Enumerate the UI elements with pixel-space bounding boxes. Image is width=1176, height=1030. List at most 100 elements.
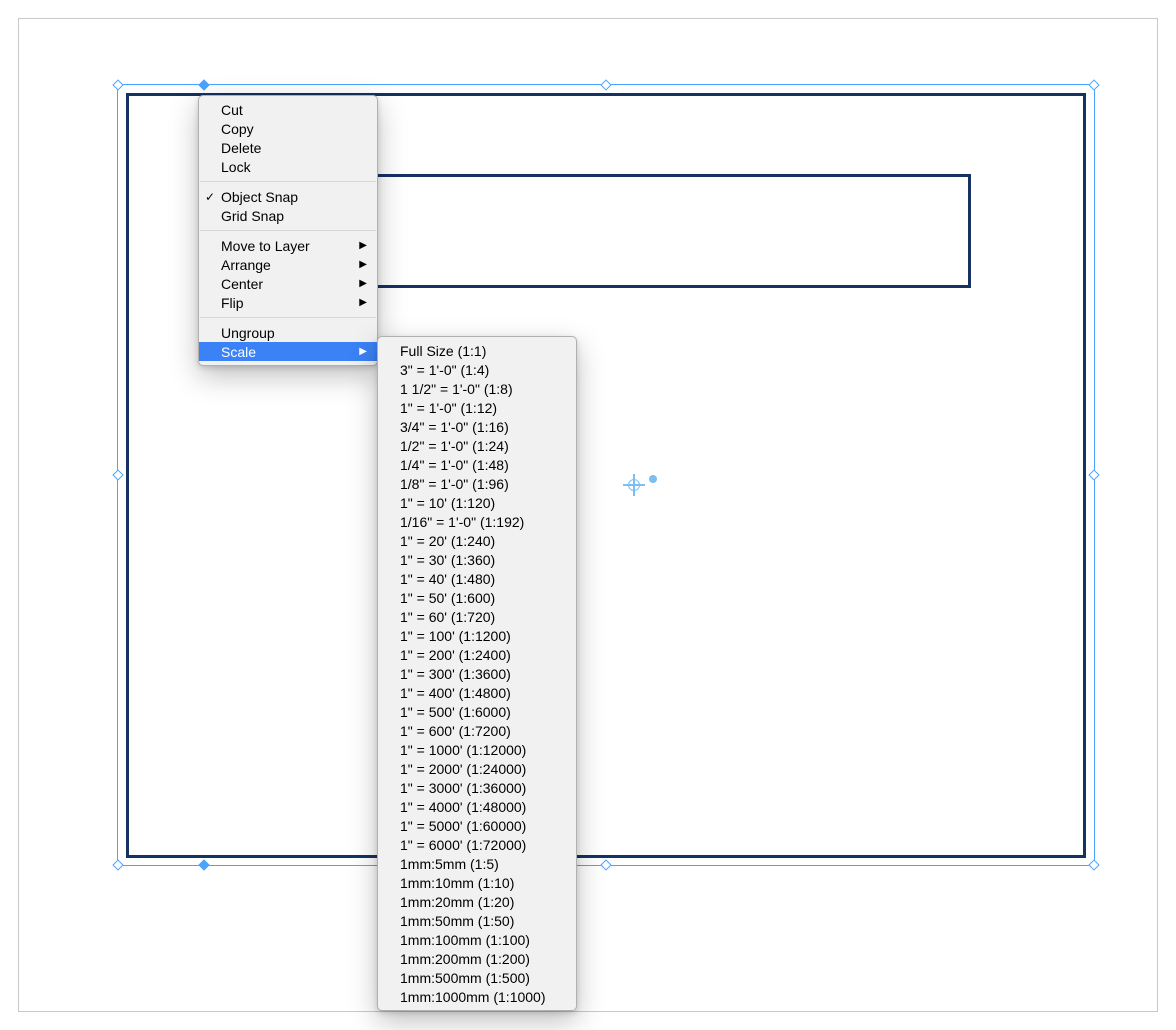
menu-separator	[200, 230, 376, 231]
menu-item-label: 1/16" = 1'-0" (1:192)	[400, 514, 558, 530]
menu-item-label: Cut	[221, 102, 359, 118]
menu-item-label: Grid Snap	[221, 208, 359, 224]
menu-item-label: 1mm:20mm (1:20)	[400, 894, 558, 910]
scale-option[interactable]: 1" = 4000' (1:48000)	[378, 797, 576, 816]
menu-item-label: Center	[221, 276, 359, 292]
scale-option[interactable]: 1" = 40' (1:480)	[378, 569, 576, 588]
scale-option[interactable]: 1/4" = 1'-0" (1:48)	[378, 455, 576, 474]
scale-option[interactable]: 1" = 100' (1:1200)	[378, 626, 576, 645]
menu-item-label: 1mm:10mm (1:10)	[400, 875, 558, 891]
scale-option[interactable]: 1" = 10' (1:120)	[378, 493, 576, 512]
origin-crosshair-icon	[626, 477, 642, 493]
menu-item-label: 1" = 6000' (1:72000)	[400, 837, 558, 853]
menu-item-label: 1 1/2" = 1'-0" (1:8)	[400, 381, 558, 397]
scale-option[interactable]: 3" = 1'-0" (1:4)	[378, 360, 576, 379]
submenu-arrow-icon: ▶	[359, 259, 367, 270]
menu-item-label: Flip	[221, 295, 359, 311]
scale-option[interactable]: 1" = 60' (1:720)	[378, 607, 576, 626]
menu-item-label: 1" = 3000' (1:36000)	[400, 780, 558, 796]
selection-handle[interactable]	[600, 79, 611, 90]
menu-item-label: Copy	[221, 121, 359, 137]
app-window: Cut Copy Delete Lock ✓Object Snap Grid S…	[18, 18, 1158, 1012]
rotate-handle[interactable]	[198, 79, 209, 90]
scale-option[interactable]: 1mm:200mm (1:200)	[378, 949, 576, 968]
scale-option[interactable]: 1 1/2" = 1'-0" (1:8)	[378, 379, 576, 398]
selection-handle[interactable]	[1088, 469, 1099, 480]
scale-option[interactable]: 1mm:10mm (1:10)	[378, 873, 576, 892]
scale-option[interactable]: 1" = 400' (1:4800)	[378, 683, 576, 702]
scale-option[interactable]: 1/8" = 1'-0" (1:96)	[378, 474, 576, 493]
submenu-arrow-icon: ▶	[359, 346, 367, 357]
scale-option[interactable]: 1" = 1'-0" (1:12)	[378, 398, 576, 417]
menu-item-label: 1" = 2000' (1:24000)	[400, 761, 558, 777]
scale-option[interactable]: 1" = 30' (1:360)	[378, 550, 576, 569]
scale-option[interactable]: 1" = 500' (1:6000)	[378, 702, 576, 721]
scale-option[interactable]: 1" = 50' (1:600)	[378, 588, 576, 607]
scale-option[interactable]: 1" = 3000' (1:36000)	[378, 778, 576, 797]
scale-option[interactable]: 1mm:500mm (1:500)	[378, 968, 576, 987]
selection-handle[interactable]	[1088, 859, 1099, 870]
scale-option[interactable]: 1" = 20' (1:240)	[378, 531, 576, 550]
menu-item-label: 1" = 20' (1:240)	[400, 533, 558, 549]
selection-handle[interactable]	[1088, 79, 1099, 90]
menu-item-label: Object Snap	[221, 189, 359, 205]
menu-item-label: Delete	[221, 140, 359, 156]
scale-option[interactable]: 1mm:1000mm (1:1000)	[378, 987, 576, 1006]
menu-item-label: 1" = 60' (1:720)	[400, 609, 558, 625]
menu-item-label: 1" = 50' (1:600)	[400, 590, 558, 606]
menu-item-cut[interactable]: Cut	[199, 100, 377, 119]
menu-item-label: 1mm:1000mm (1:1000)	[400, 989, 558, 1005]
menu-item-flip[interactable]: Flip▶	[199, 293, 377, 312]
menu-item-move-to-layer[interactable]: Move to Layer▶	[199, 236, 377, 255]
menu-item-label: Arrange	[221, 257, 359, 273]
menu-item-label: Ungroup	[221, 325, 359, 341]
scale-submenu[interactable]: Full Size (1:1)3" = 1'-0" (1:4) 1 1/2" = …	[377, 336, 577, 1011]
scale-option[interactable]: 1" = 1000' (1:12000)	[378, 740, 576, 759]
menu-item-grid-snap[interactable]: Grid Snap	[199, 206, 377, 225]
scale-option[interactable]: 3/4" = 1'-0" (1:16)	[378, 417, 576, 436]
menu-item-label: 1" = 500' (1:6000)	[400, 704, 558, 720]
menu-item-arrange[interactable]: Arrange▶	[199, 255, 377, 274]
scale-option[interactable]: 1" = 6000' (1:72000)	[378, 835, 576, 854]
menu-item-label: Move to Layer	[221, 238, 359, 254]
scale-option[interactable]: Full Size (1:1)	[378, 341, 576, 360]
scale-option[interactable]: 1mm:100mm (1:100)	[378, 930, 576, 949]
menu-item-scale[interactable]: Scale▶	[199, 342, 377, 361]
scale-option[interactable]: 1/16" = 1'-0" (1:192)	[378, 512, 576, 531]
scale-option[interactable]: 1" = 5000' (1:60000)	[378, 816, 576, 835]
context-menu[interactable]: Cut Copy Delete Lock ✓Object Snap Grid S…	[198, 95, 378, 366]
selection-handle[interactable]	[112, 469, 123, 480]
menu-item-label: 1" = 10' (1:120)	[400, 495, 558, 511]
menu-item-label: 1mm:500mm (1:500)	[400, 970, 558, 986]
menu-item-label: 1/2" = 1'-0" (1:24)	[400, 438, 558, 454]
scale-option[interactable]: 1" = 200' (1:2400)	[378, 645, 576, 664]
menu-item-label: 1" = 600' (1:7200)	[400, 723, 558, 739]
menu-item-label: 1mm:50mm (1:50)	[400, 913, 558, 929]
origin-point-icon	[649, 475, 657, 483]
menu-item-label: 1/8" = 1'-0" (1:96)	[400, 476, 558, 492]
selection-handle[interactable]	[112, 859, 123, 870]
scale-option[interactable]: 1mm:5mm (1:5)	[378, 854, 576, 873]
submenu-arrow-icon: ▶	[359, 278, 367, 289]
menu-item-copy[interactable]: Copy	[199, 119, 377, 138]
scale-option[interactable]: 1mm:20mm (1:20)	[378, 892, 576, 911]
menu-item-label: 1" = 100' (1:1200)	[400, 628, 558, 644]
menu-item-label: 1" = 4000' (1:48000)	[400, 799, 558, 815]
scale-option[interactable]: 1mm:50mm (1:50)	[378, 911, 576, 930]
scale-option[interactable]: 1" = 600' (1:7200)	[378, 721, 576, 740]
scale-option[interactable]: 1" = 2000' (1:24000)	[378, 759, 576, 778]
menu-item-label: 1mm:200mm (1:200)	[400, 951, 558, 967]
selection-handle[interactable]	[600, 859, 611, 870]
menu-item-object-snap[interactable]: ✓Object Snap	[199, 187, 377, 206]
menu-item-ungroup[interactable]: Ungroup	[199, 323, 377, 342]
menu-item-delete[interactable]: Delete	[199, 138, 377, 157]
menu-separator	[200, 317, 376, 318]
scale-option[interactable]: 1" = 300' (1:3600)	[378, 664, 576, 683]
menu-item-label: Lock	[221, 159, 359, 175]
menu-item-center[interactable]: Center▶	[199, 274, 377, 293]
menu-item-lock[interactable]: Lock	[199, 157, 377, 176]
menu-item-label: 3/4" = 1'-0" (1:16)	[400, 419, 558, 435]
selection-handle[interactable]	[112, 79, 123, 90]
rotate-handle[interactable]	[198, 859, 209, 870]
scale-option[interactable]: 1/2" = 1'-0" (1:24)	[378, 436, 576, 455]
